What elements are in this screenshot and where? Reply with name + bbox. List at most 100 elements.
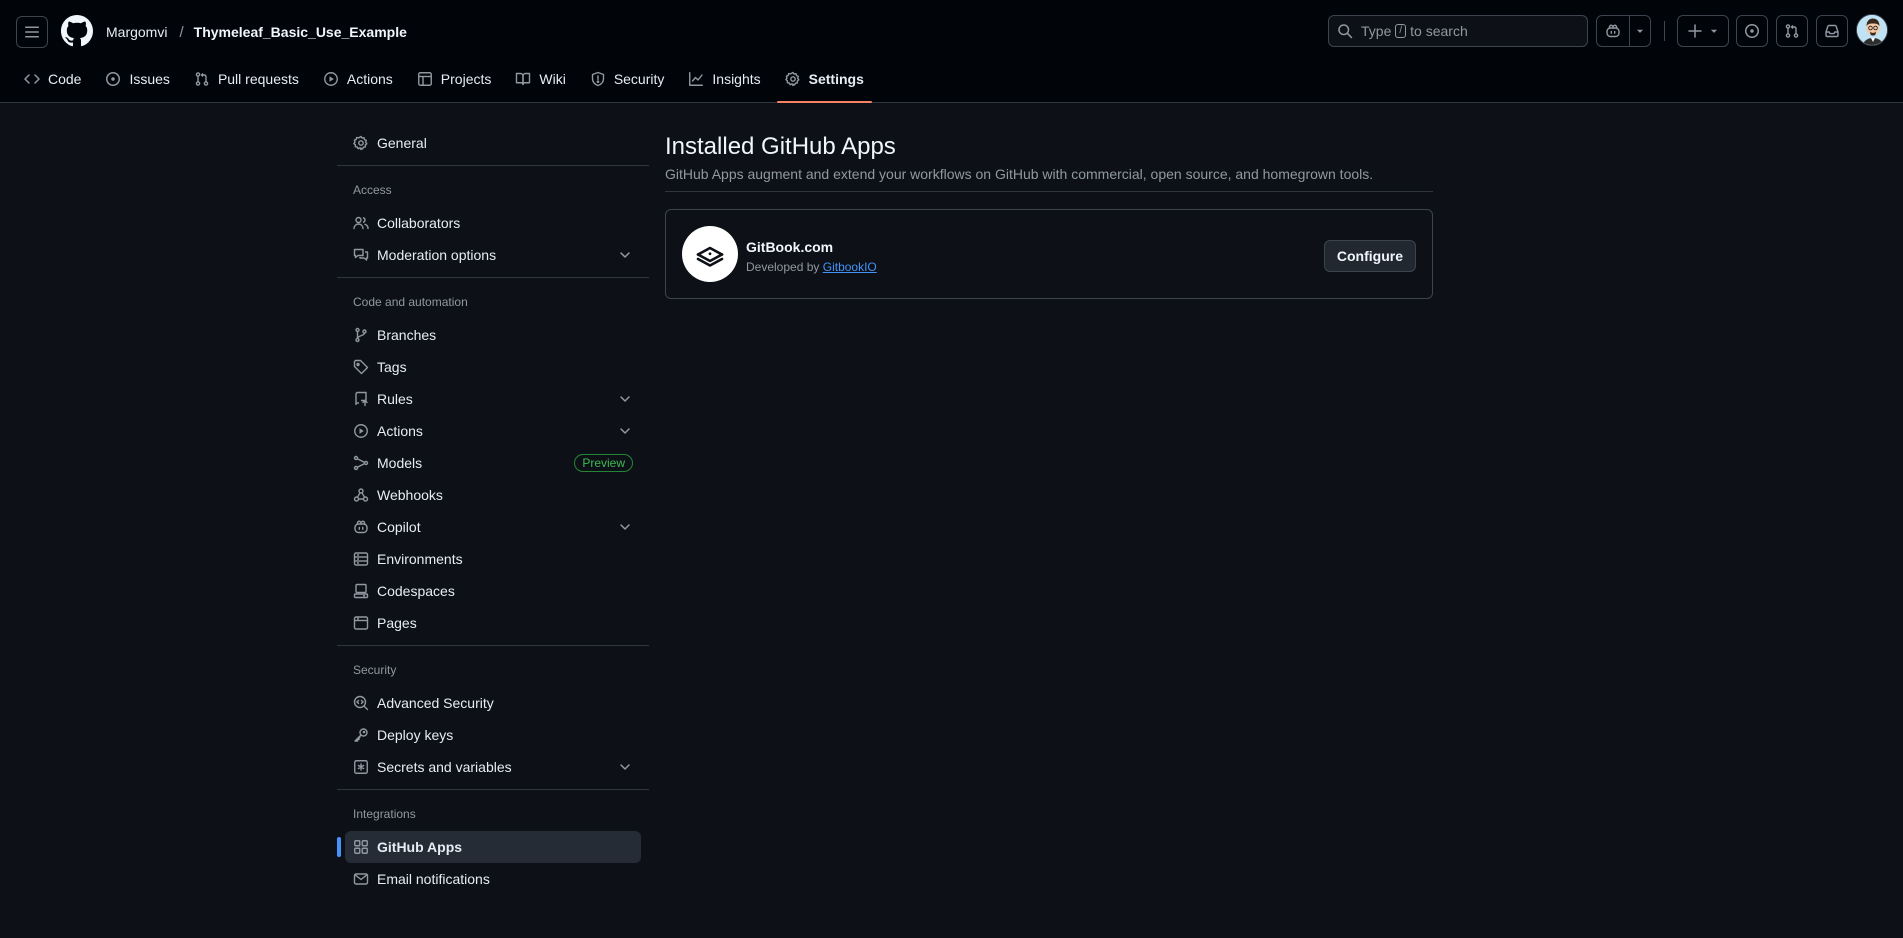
gear-icon (784, 71, 800, 87)
tab-security-label: Security (613, 71, 665, 87)
sidebar-item-general[interactable]: General (345, 127, 641, 159)
configure-button[interactable]: Configure (1323, 240, 1416, 272)
sidebar-item-branches[interactable]: Branches (345, 319, 641, 351)
search-icon (1338, 24, 1353, 39)
ai-model-icon (353, 455, 369, 471)
browser-icon (353, 616, 369, 630)
sidebar-divider (337, 645, 649, 646)
your-issues-button[interactable] (1736, 15, 1768, 47)
apps-icon (354, 840, 368, 854)
hamburger-menu-icon (25, 26, 39, 38)
notifications-button[interactable] (1816, 15, 1848, 47)
developer-link[interactable]: GitbookIO (823, 260, 877, 274)
codespaces-icon (353, 583, 369, 599)
sidebar-item-label: Models (377, 455, 423, 471)
tab-pull-requests[interactable]: Pull requests (186, 64, 307, 94)
tab-security[interactable]: Security (582, 64, 673, 94)
chevron-down-icon (620, 764, 630, 770)
title-divider (665, 191, 1433, 192)
key-icon (354, 728, 368, 742)
create-new-button[interactable] (1677, 15, 1729, 47)
sidebar-item-label: Copilot (377, 519, 421, 535)
sidebar-item-rules[interactable]: Rules (345, 383, 641, 415)
gitbook-logo-icon (696, 246, 724, 267)
sidebar-item-label: Email notifications (377, 871, 490, 887)
installed-app-card: GitBook.com Developed by GitbookIO Confi… (665, 209, 1433, 299)
sidebar-item-advanced-security[interactable]: Advanced Security (345, 687, 641, 719)
tab-pull-requests-label: Pull requests (217, 71, 299, 87)
chevron-down-icon (1710, 29, 1718, 33)
sidebar-item-label: Advanced Security (377, 695, 494, 711)
search-placeholder-after: to search (1410, 23, 1468, 39)
sidebar-item-moderation-options[interactable]: Moderation options (345, 239, 641, 271)
tab-issues[interactable]: Issues (97, 64, 177, 94)
sidebar-item-webhooks[interactable]: Webhooks (345, 479, 641, 511)
sidebar-item-label: GitHub Apps (377, 839, 463, 855)
open-menu-button[interactable] (16, 16, 48, 48)
code-icon (24, 74, 40, 84)
sidebar-item-tags[interactable]: Tags (345, 351, 641, 383)
tab-insights[interactable]: Insights (680, 64, 768, 94)
preview-badge: Preview (574, 454, 633, 472)
your-pull-requests-button[interactable] (1776, 15, 1808, 47)
tab-wiki-label: Wiki (539, 71, 566, 87)
breadcrumb-repo-link[interactable]: Thymeleaf_Basic_Use_Example (194, 24, 407, 40)
copilot-icon (354, 520, 368, 534)
github-mark-icon (61, 15, 93, 47)
play-icon (354, 424, 368, 438)
chevron-down-icon (1637, 29, 1644, 33)
git-pull-request-icon (1785, 24, 1799, 38)
github-home-link[interactable] (61, 15, 93, 47)
sidebar-item-github-apps[interactable]: GitHub Apps (337, 831, 641, 863)
git-pull-request-icon (195, 72, 209, 86)
sidebar-heading-integrations: Integrations (353, 807, 416, 821)
copilot-button-group (1596, 15, 1651, 47)
copilot-menu-button[interactable] (1630, 16, 1650, 46)
page-title: Installed GitHub Apps (665, 133, 896, 160)
gear-icon (353, 135, 368, 151)
sidebar-item-label: Secrets and variables (377, 759, 512, 775)
mail-icon (353, 873, 369, 885)
copilot-icon (1606, 24, 1620, 38)
sidebar-divider (337, 165, 649, 166)
breadcrumb: Margomvi / Thymeleaf_Basic_Use_Example (106, 22, 407, 42)
sidebar-item-codespaces[interactable]: Codespaces (345, 575, 641, 607)
tab-issues-label: Issues (129, 71, 170, 87)
header-divider (1664, 21, 1665, 41)
table-icon (417, 72, 432, 86)
sidebar-item-label: General (377, 135, 427, 151)
copilot-button[interactable] (1597, 16, 1631, 46)
search-input[interactable]: Type / to search (1328, 15, 1588, 47)
git-branch-icon (355, 327, 367, 343)
breadcrumb-owner-link[interactable]: Margomvi (106, 24, 167, 40)
tab-wiki[interactable]: Wiki (507, 64, 573, 94)
sidebar-item-secrets-and-variables[interactable]: Secrets and variables (345, 751, 641, 783)
page-subtitle: GitHub Apps augment and extend your work… (665, 166, 1374, 182)
sidebar-item-pages[interactable]: Pages (345, 607, 641, 639)
avatar[interactable] (1856, 14, 1888, 46)
app-developer: Developed by GitbookIO (746, 260, 877, 274)
sidebar-item-actions[interactable]: Actions (345, 415, 641, 447)
tab-settings-label: Settings (808, 71, 864, 87)
codescan-icon (353, 695, 369, 711)
tab-projects-label: Projects (440, 71, 492, 87)
webhook-icon (353, 488, 369, 502)
sidebar-item-label: Tags (377, 359, 407, 375)
sidebar-item-label: Actions (377, 423, 423, 439)
sidebar-item-label: Pages (377, 615, 417, 631)
gitbook-logo (682, 226, 738, 282)
sidebar-item-deploy-keys[interactable]: Deploy keys (345, 719, 641, 751)
tab-insights-label: Insights (712, 71, 761, 87)
repo-push-icon (355, 391, 368, 407)
sidebar-item-models[interactable]: Models Preview (345, 447, 641, 479)
sidebar-item-copilot[interactable]: Copilot (345, 511, 641, 543)
tab-code[interactable]: Code (16, 64, 89, 94)
tab-settings[interactable]: Settings (776, 64, 873, 103)
sidebar-item-email-notifications[interactable]: Email notifications (345, 863, 641, 895)
sidebar-item-environments[interactable]: Environments (345, 543, 641, 575)
tab-actions[interactable]: Actions (315, 64, 401, 94)
sidebar-item-collaborators[interactable]: Collaborators (345, 207, 641, 239)
breadcrumb-separator: / (179, 23, 184, 41)
tab-projects[interactable]: Projects (409, 64, 500, 94)
chevron-down-icon (620, 524, 630, 530)
